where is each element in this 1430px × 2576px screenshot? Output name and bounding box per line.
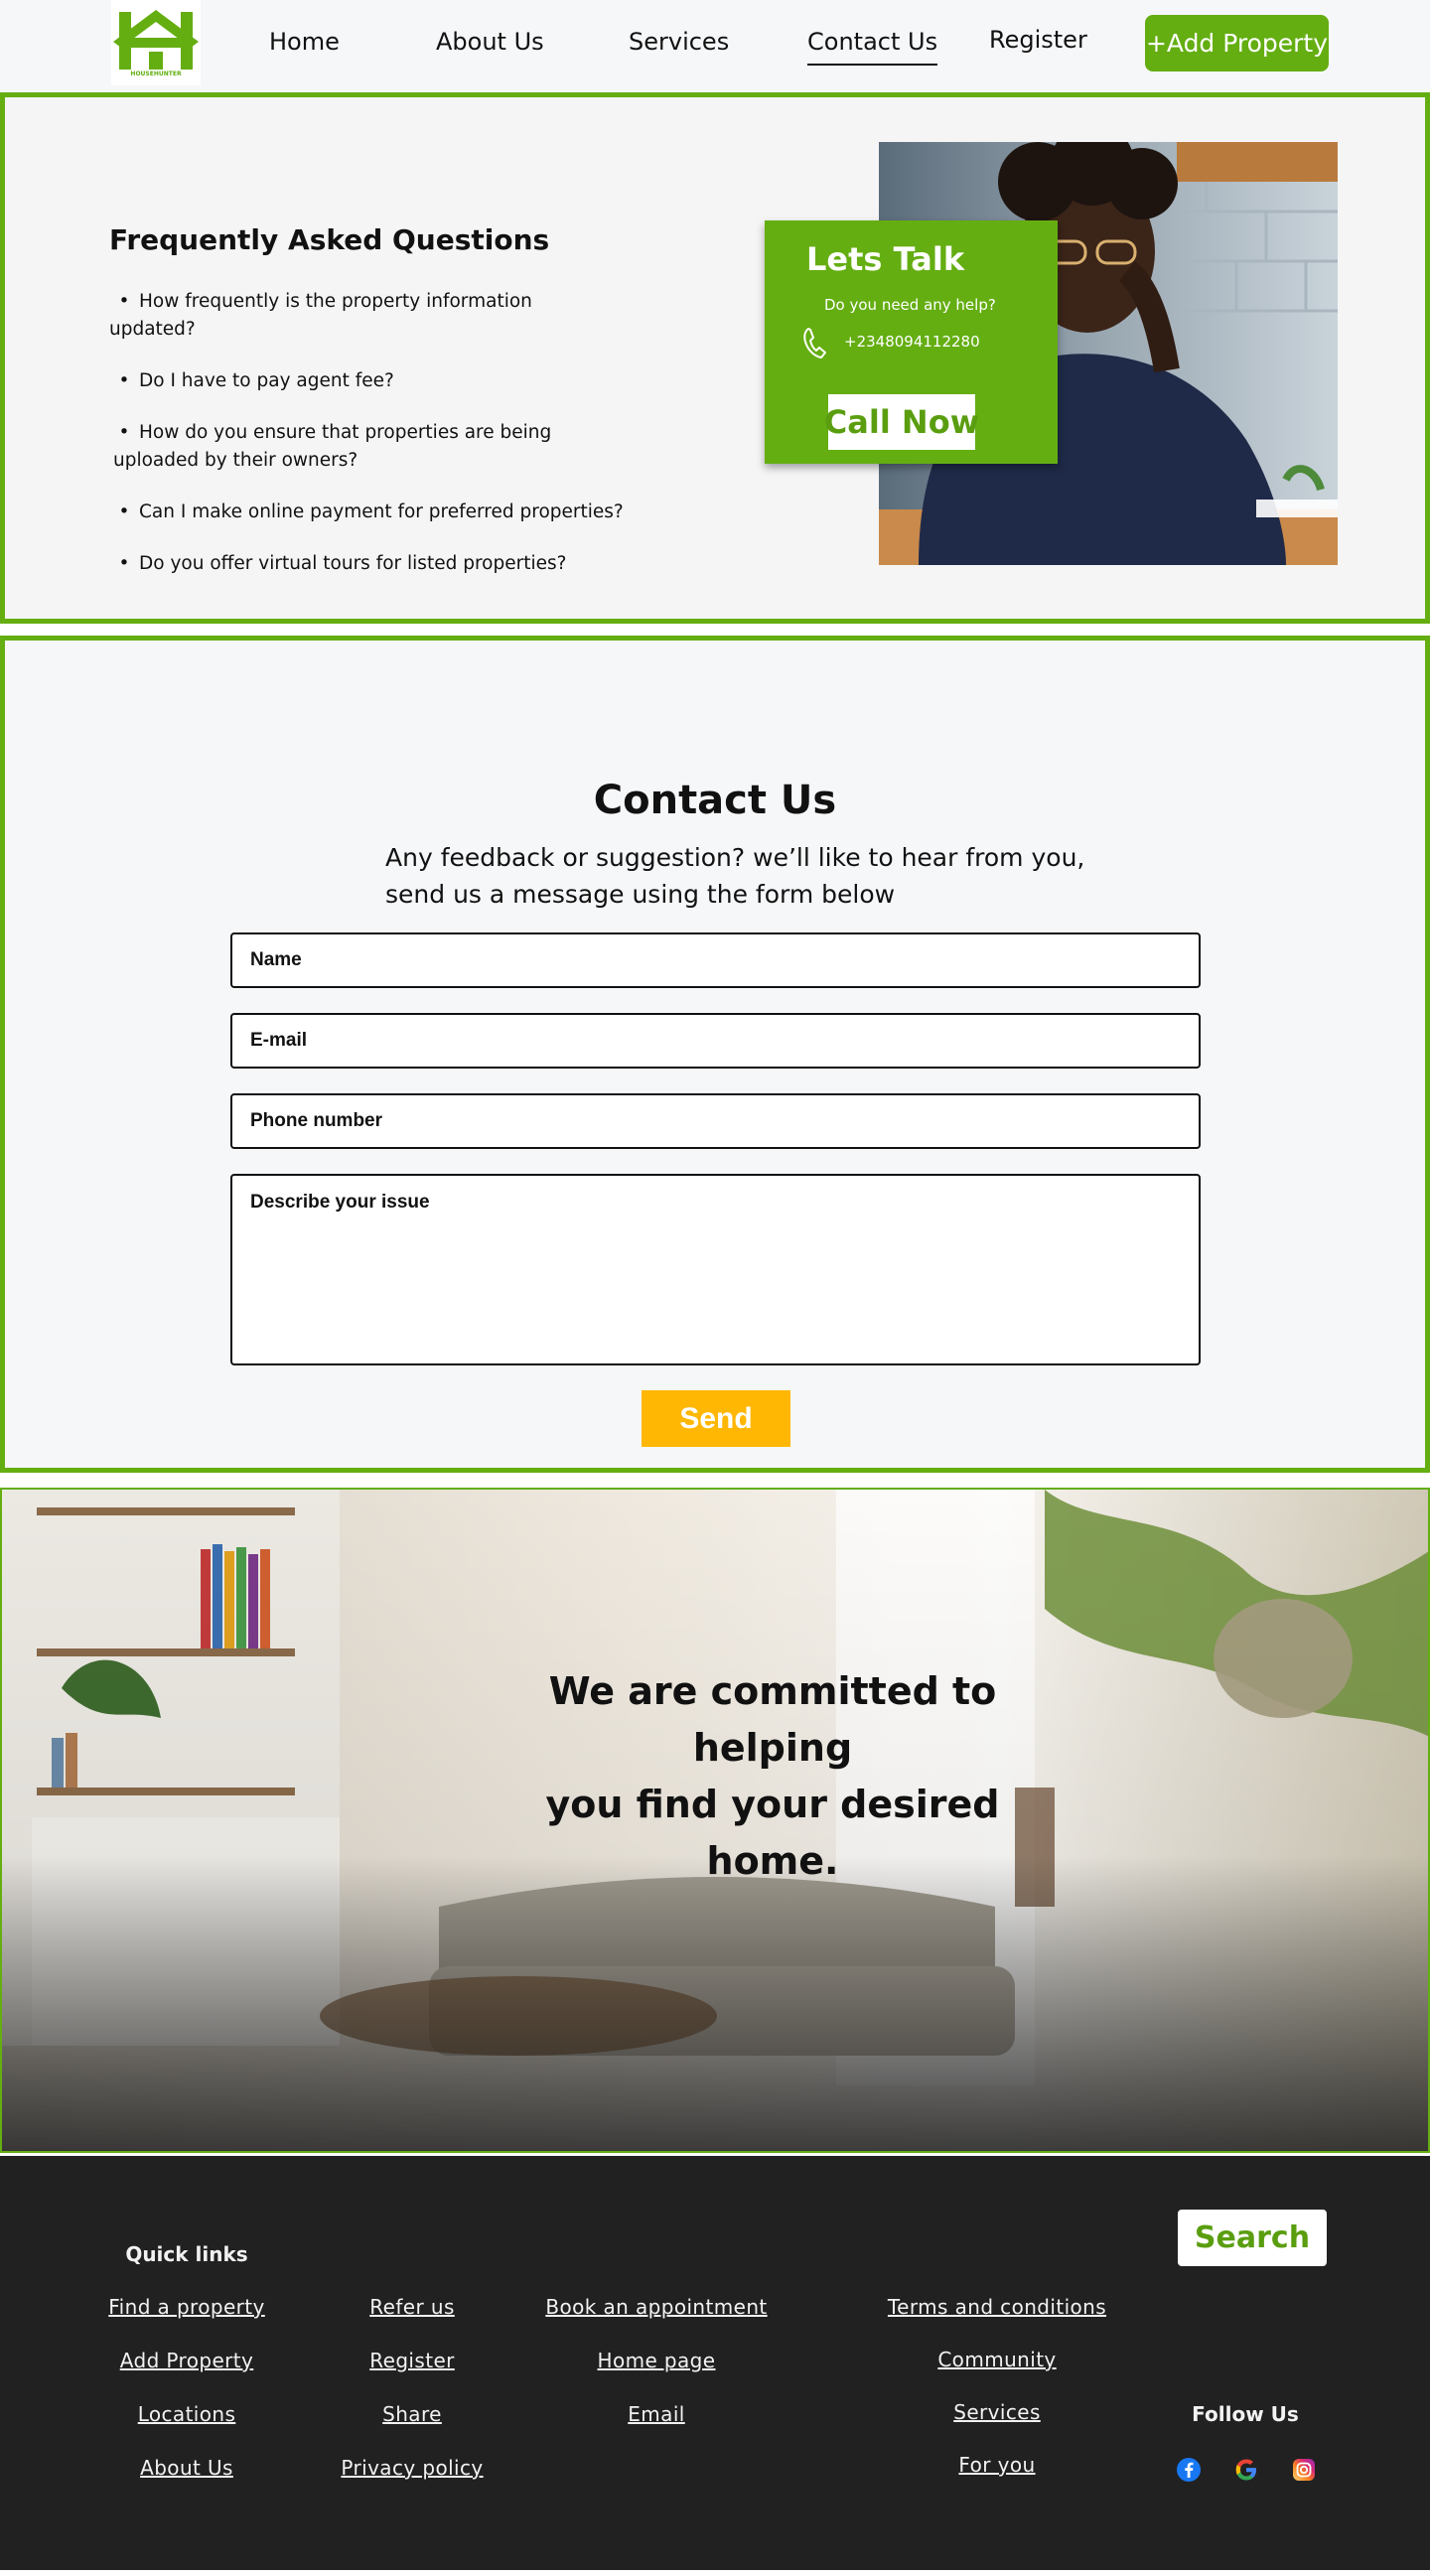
- lets-talk-subtitle: Do you need any help?: [824, 296, 996, 314]
- nav-about-us[interactable]: About Us: [436, 28, 544, 56]
- follow-us-heading: Follow Us: [1192, 2402, 1299, 2426]
- email-input[interactable]: [230, 1013, 1201, 1069]
- faq-title: Frequently Asked Questions: [109, 223, 550, 256]
- search-button[interactable]: Search: [1178, 2210, 1327, 2266]
- top-navbar: HOUSEHUNTER Home About Us Services Conta…: [0, 0, 1430, 92]
- google-icon[interactable]: [1233, 2457, 1259, 2483]
- faq-question: Do you offer virtual tours for listed pr…: [139, 553, 567, 574]
- footer-link-book-appointment[interactable]: Book an appointment: [545, 2295, 767, 2319]
- faq-question-cont: updated?: [109, 319, 196, 340]
- nav-services[interactable]: Services: [629, 28, 729, 56]
- footer-link-for-you[interactable]: For you: [958, 2453, 1035, 2477]
- faq-item[interactable]: • How do you ensure that properties are b…: [109, 419, 626, 475]
- phone-number-input[interactable]: [230, 1093, 1201, 1149]
- lets-talk-card: Lets Talk Do you need any help? +2348094…: [765, 220, 1058, 464]
- add-property-button[interactable]: +Add Property: [1145, 15, 1329, 72]
- contact-subtitle-line: Any feedback or suggestion? we’ll like t…: [385, 843, 1085, 872]
- faq-list: • How frequently is the property informat…: [109, 288, 626, 602]
- faq-question: Can I make online payment for preferred …: [139, 501, 624, 522]
- nav-contact-us[interactable]: Contact Us: [807, 28, 938, 66]
- nav-home[interactable]: Home: [269, 28, 340, 56]
- phone-icon: [803, 328, 826, 358]
- name-input[interactable]: [230, 932, 1201, 988]
- footer-link-refer-us[interactable]: Refer us: [369, 2295, 455, 2319]
- hero-line: home.: [706, 1839, 839, 1883]
- faq-question: Do I have to pay agent fee?: [139, 370, 394, 391]
- issue-textarea[interactable]: [230, 1174, 1201, 1365]
- living-room-banner: We are committed to helping you find you…: [0, 1488, 1430, 2153]
- call-now-button[interactable]: Call Now: [824, 394, 979, 450]
- footer-link-add-property[interactable]: Add Property: [120, 2349, 254, 2372]
- faq-item[interactable]: • How frequently is the property informat…: [109, 288, 626, 344]
- footer-link-terms[interactable]: Terms and conditions: [888, 2295, 1106, 2319]
- footer-link-community[interactable]: Community: [937, 2348, 1056, 2371]
- footer-link-email[interactable]: Email: [628, 2402, 685, 2426]
- faq-item[interactable]: • Do you offer virtual tours for listed p…: [109, 550, 626, 578]
- contact-subtitle-line: send us a message using the form below: [385, 880, 896, 909]
- faq-question: How frequently is the property informati…: [139, 291, 532, 312]
- nav-register[interactable]: Register: [989, 26, 1087, 54]
- hero-line: We are committed to helping: [548, 1669, 997, 1770]
- contact-title: Contact Us: [593, 778, 837, 823]
- faq-section: Frequently Asked Questions • How frequent…: [0, 92, 1430, 624]
- footer-link-about-us[interactable]: About Us: [140, 2456, 233, 2480]
- quick-links-heading: Quick links: [125, 2242, 248, 2266]
- instagram-icon[interactable]: [1291, 2457, 1317, 2483]
- footer-link-services[interactable]: Services: [953, 2400, 1041, 2424]
- faq-item[interactable]: • Can I make online payment for preferred…: [109, 499, 626, 526]
- send-button[interactable]: Send: [642, 1390, 790, 1447]
- faq-question-cont: uploaded by their owners?: [113, 450, 358, 471]
- lets-talk-title: Lets Talk: [806, 240, 965, 278]
- contact-section: Contact Us Any feedback or suggestion? w…: [0, 636, 1430, 1473]
- footer: Quick links Find a property Add Property…: [0, 2156, 1430, 2570]
- footer-link-share[interactable]: Share: [382, 2402, 442, 2426]
- contact-subtitle: Any feedback or suggestion? we’ll like t…: [385, 839, 1100, 913]
- footer-link-find-property[interactable]: Find a property: [108, 2295, 265, 2319]
- faq-question: How do you ensure that properties are be…: [139, 422, 552, 443]
- footer-link-privacy-policy[interactable]: Privacy policy: [341, 2456, 483, 2480]
- facebook-icon[interactable]: [1176, 2457, 1202, 2483]
- footer-link-locations[interactable]: Locations: [138, 2402, 236, 2426]
- logo-text: HOUSEHUNTER: [130, 71, 182, 77]
- logo[interactable]: HOUSEHUNTER: [111, 0, 201, 85]
- hero-headline: We are committed to helping you find you…: [469, 1663, 1076, 1890]
- faq-item[interactable]: • Do I have to pay agent fee?: [109, 367, 626, 395]
- support-phone-number[interactable]: +2348094112280: [844, 333, 980, 351]
- footer-link-home-page[interactable]: Home page: [598, 2349, 716, 2372]
- footer-link-register[interactable]: Register: [369, 2349, 455, 2372]
- hero-line: you find your desired: [545, 1783, 1000, 1826]
